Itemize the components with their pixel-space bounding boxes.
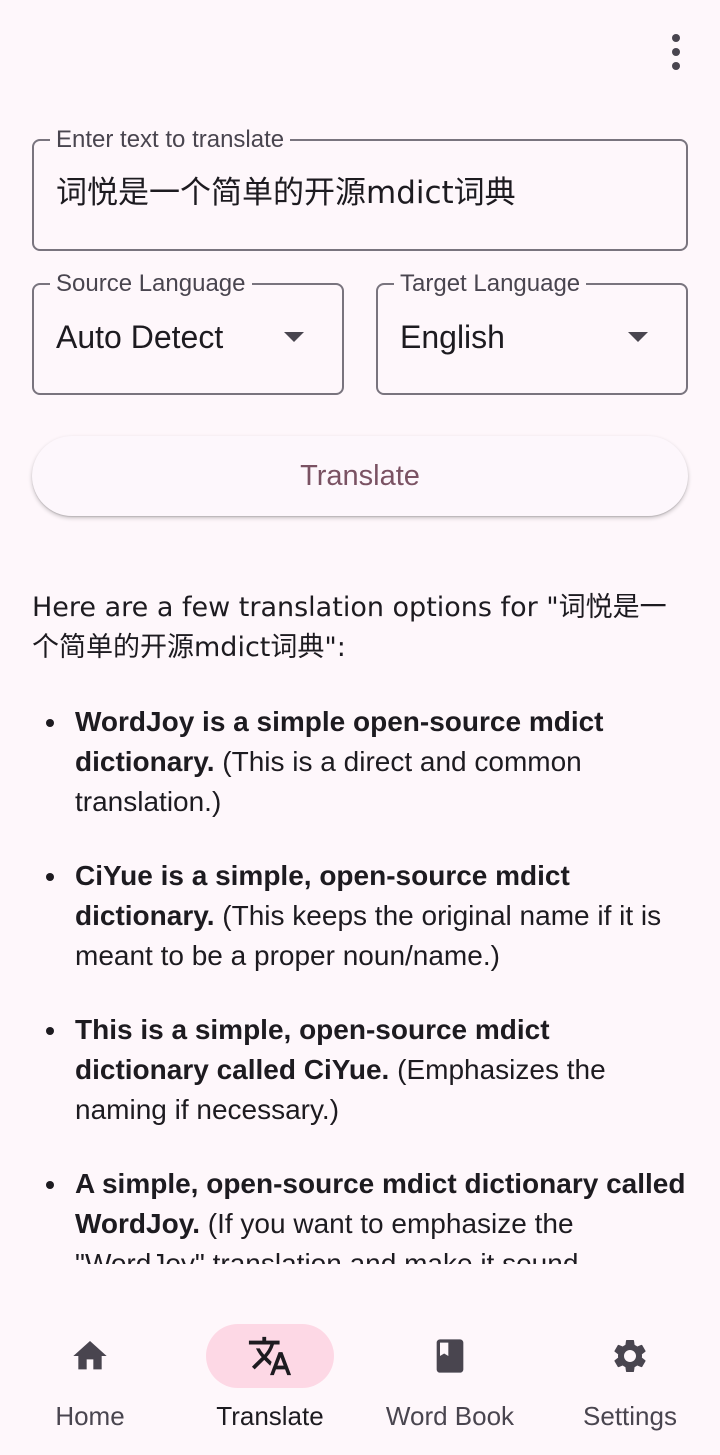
gear-icon — [614, 1340, 646, 1372]
source-language-dropdown[interactable]: Source Language Auto Detect — [32, 270, 344, 395]
nav-indicator-active — [206, 1324, 334, 1388]
book-icon — [436, 1339, 464, 1373]
dropdown-arrow-icon — [284, 332, 304, 342]
nav-indicator — [386, 1324, 514, 1388]
list-item: CiYue is a simple, open-source mdict dic… — [32, 856, 688, 976]
result-intro: Here are a few translation options for "… — [32, 592, 667, 663]
nav-indicator — [566, 1324, 694, 1388]
target-language-value: English — [400, 319, 505, 355]
translation-result: Here are a few translation options for "… — [32, 588, 688, 1264]
nav-label-translate: Translate — [216, 1401, 324, 1431]
nav-label-home: Home — [55, 1401, 125, 1431]
nav-label-settings: Settings — [583, 1401, 677, 1431]
nav-item-settings[interactable]: Settings — [540, 1290, 720, 1455]
list-item: A simple, open-source mdict dictionary c… — [32, 1164, 688, 1264]
bottom-navigation: Home Translate Word Book Settings — [0, 1290, 720, 1455]
more-vert-icon[interactable] — [660, 28, 692, 76]
translate-input-field[interactable]: Enter text to translate 词悦是一个简单的开源mdict词… — [32, 126, 688, 251]
nav-indicator — [26, 1324, 154, 1388]
list-item: This is a simple, open-source mdict dict… — [32, 1010, 688, 1130]
dropdown-arrow-icon — [628, 332, 648, 342]
list-item: WordJoy is a simple open-source mdict di… — [32, 702, 688, 822]
translate-button[interactable]: Translate — [32, 436, 688, 516]
translate-screen: Enter text to translate 词悦是一个简单的开源mdict词… — [0, 0, 720, 1455]
nav-item-home[interactable]: Home — [0, 1290, 180, 1455]
source-language-select[interactable]: Auto Detect — [56, 317, 320, 357]
source-language-value: Auto Detect — [56, 319, 224, 355]
menu-dot — [672, 34, 680, 42]
menu-dot — [672, 48, 680, 56]
target-language-label: Target Language — [400, 270, 581, 297]
translate-input-value[interactable]: 词悦是一个简单的开源mdict词典 — [56, 173, 664, 213]
nav-label-word-book: Word Book — [385, 1401, 515, 1431]
result-options-list: WordJoy is a simple open-source mdict di… — [32, 702, 688, 1264]
nav-item-translate[interactable]: Translate — [180, 1290, 360, 1455]
translate-input-label: Enter text to translate — [56, 126, 285, 153]
menu-dot — [672, 62, 680, 70]
nav-item-word-book[interactable]: Word Book — [360, 1290, 540, 1455]
target-language-dropdown[interactable]: Target Language English — [376, 270, 688, 395]
target-language-select[interactable]: English — [400, 317, 664, 357]
source-language-label: Source Language — [56, 270, 246, 297]
translate-icon — [248, 1336, 292, 1376]
home-icon — [73, 1341, 107, 1370]
